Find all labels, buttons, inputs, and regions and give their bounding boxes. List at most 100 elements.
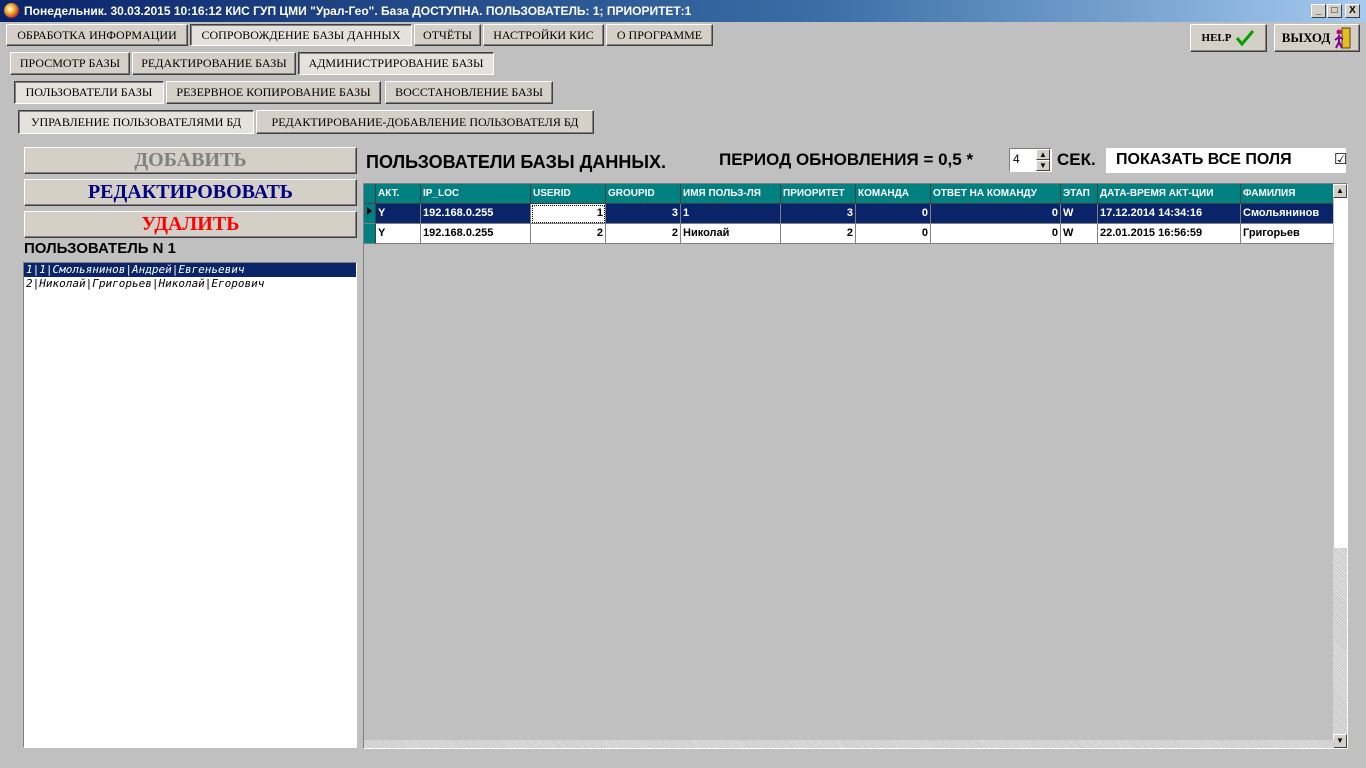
spin-down-button[interactable]: ▼ (1036, 160, 1050, 171)
scroll-track (1333, 548, 1347, 734)
grid-header-col-surname[interactable]: ФАМИЛИЯ (1241, 184, 1347, 204)
grid-cell-col-command[interactable]: 0 (856, 204, 931, 224)
delete-label: УДАЛИТЬ (141, 213, 240, 235)
grid-header-col-ip-loc[interactable]: IP_LOC (421, 184, 531, 204)
period-label: ПЕРИОД ОБНОВЛЕНИЯ = 0,5 * (719, 150, 974, 169)
period-unit: СЕК. (1057, 150, 1096, 169)
checkbox-mark-icon: ☑ (1334, 151, 1348, 168)
scroll-down-button[interactable]: ▼ (1333, 734, 1347, 748)
tab-label: О ПРОГРАММЕ (616, 27, 703, 42)
checkmark-icon (1236, 30, 1255, 47)
grid-cell-col-userid[interactable]: 1 (531, 204, 606, 224)
user-list-item[interactable]: 2|Николай|Григорьев|Николай|Егорович (24, 277, 356, 291)
tab-label: ПРОСМОТР БАЗЫ (19, 56, 121, 70)
grid-cell-col-command-reply[interactable]: 0 (931, 224, 1061, 244)
help-button[interactable]: HELP (1190, 24, 1267, 52)
user-listbox[interactable]: 1|1|Смольянинов|Андрей|Евгеньевич 2|Никол… (23, 262, 357, 748)
tab-label: ОБРАБОТКА ИНФОРМАЦИИ (17, 27, 177, 42)
tab-label: ВОССТАНОВЛЕНИЕ БАЗЫ (395, 85, 543, 99)
grid-cell-col-priority[interactable]: 3 (781, 204, 856, 224)
grid-cell-col-stage[interactable]: W (1061, 224, 1098, 244)
table-row[interactable]: Y 192.168.0.255 2 2 Николай 2 0 0 W 22.01.2015 16… (364, 224, 1347, 244)
grid-cell-col-surname[interactable]: Смольянинов (1241, 204, 1347, 224)
tab-data-processing[interactable]: ОБРАБОТКА ИНФОРМАЦИИ (6, 24, 188, 46)
tab-backup-db[interactable]: РЕЗЕРВНОЕ КОПИРОВАНИЕ БАЗЫ (166, 81, 381, 104)
grid-cell-col-active[interactable]: Y (376, 204, 421, 224)
period-value: 4 (1013, 152, 1020, 166)
vertical-scrollbar[interactable]: ▲ ▼ (1333, 184, 1347, 748)
grid-header-col-userid[interactable]: USERID (531, 184, 606, 204)
minimize-button[interactable]: _ (1311, 4, 1326, 18)
tab-label: НАСТРОЙКИ КИС (493, 27, 594, 42)
horizontal-scrollbar[interactable] (364, 740, 1334, 748)
grid-header-indicator (364, 184, 376, 204)
tab-admin-db[interactable]: АДМИНИСТРИРОВАНИЕ БАЗЫ (298, 52, 494, 75)
window-title-bar[interactable]: Понедельник. 30.03.2015 10:16:12 КИС ГУП… (0, 0, 1366, 22)
tab-label: СОПРОВОЖДЕНИЕ БАЗЫ ДАННЫХ (201, 27, 401, 42)
grid-cell-col-surname[interactable]: Григорьев (1241, 224, 1347, 244)
grid-cell-col-ip-loc[interactable]: 192.168.0.255 (421, 204, 531, 224)
exit-label: ВЫХОД (1281, 30, 1331, 45)
grid-header-col-stage[interactable]: ЭТАП (1061, 184, 1098, 204)
grid-header-col-command-reply[interactable]: ОТВЕТ НА КОМАНДУ (931, 184, 1061, 204)
tab-about[interactable]: О ПРОГРАММЕ (606, 24, 713, 46)
tab-label: РЕЗЕРВНОЕ КОПИРОВАНИЕ БАЗЫ (176, 85, 371, 99)
grid-header-col-username[interactable]: ИМЯ ПОЛЬЗ-ЛЯ (681, 184, 781, 204)
tab-manage-users[interactable]: УПРАВЛЕНИЕ ПОЛЬЗОВАТЕЛЯМИ БД (18, 110, 254, 134)
grid-cell-col-activation-datetime[interactable]: 22.01.2015 16:56:59 (1098, 224, 1241, 244)
tab-edit-db[interactable]: РЕДАКТИРОВАНИЕ БАЗЫ (132, 52, 296, 75)
tab-label: УПРАВЛЕНИЕ ПОЛЬЗОВАТЕЛЯМИ БД (30, 114, 242, 129)
tab-kis-settings[interactable]: НАСТРОЙКИ КИС (483, 24, 604, 46)
maximize-button[interactable]: □ (1327, 4, 1342, 18)
tab-restore-db[interactable]: ВОССТАНОВЛЕНИЕ БАЗЫ (385, 81, 553, 104)
grid-header-col-groupid[interactable]: GROUPID (606, 184, 681, 204)
edit-label: РЕДАКТИРОВОВАТЬ (87, 181, 294, 203)
help-label: HELP (1201, 32, 1232, 44)
table-row[interactable]: Y 192.168.0.255 1 3 1 3 0 0 W 17.12.2014 14:34:16… (364, 204, 1347, 224)
add-button[interactable]: ДОБАВИТЬ (24, 147, 357, 174)
grid-header-col-priority[interactable]: ПРИОРИТЕТ (781, 184, 856, 204)
tab-label: РЕДАКТИРОВАНИЕ-ДОБАВЛЕНИЕ ПОЛЬЗОВАТЕЛЯ Б… (271, 114, 579, 129)
scroll-track-clear (1333, 198, 1347, 548)
grid-header-col-active[interactable]: АКТ. (376, 184, 421, 204)
edit-button[interactable]: РЕДАКТИРОВОВАТЬ (24, 179, 357, 206)
spin-up-button[interactable]: ▲ (1036, 149, 1050, 160)
delete-button[interactable]: УДАЛИТЬ (24, 211, 357, 238)
tab-db-users[interactable]: ПОЛЬЗОВАТЕЛИ БАЗЫ (14, 81, 164, 104)
scroll-up-button[interactable]: ▲ (1333, 184, 1347, 198)
row-indicator[interactable] (364, 204, 376, 224)
current-user-label: ПОЛЬЗОВАТЕЛЬ N 1 (24, 240, 177, 257)
grid-cell-col-userid[interactable]: 2 (531, 224, 606, 244)
grid-cell-col-groupid[interactable]: 3 (606, 204, 681, 224)
grid-header-col-activation-datetime[interactable]: ДАТА-ВРЕМЯ АКТ-ЦИИ (1098, 184, 1241, 204)
grid-cell-col-command-reply[interactable]: 0 (931, 204, 1061, 224)
grid-cell-col-command[interactable]: 0 (856, 224, 931, 244)
grid-cell-col-stage[interactable]: W (1061, 204, 1098, 224)
tab-label: РЕДАКТИРОВАНИЕ БАЗЫ (141, 56, 287, 70)
tab-label: ПОЛЬЗОВАТЕЛИ БАЗЫ (25, 85, 153, 99)
grid-cell-col-username[interactable]: Николай (681, 224, 781, 244)
grid-cell-col-activation-datetime[interactable]: 17.12.2014 14:34:16 (1098, 204, 1241, 224)
tab-db-maintenance[interactable]: СОПРОВОЖДЕНИЕ БАЗЫ ДАННЫХ (190, 24, 412, 46)
show-all-fields-label: ПОКАЗАТЬ ВСЕ ПОЛЯ (1116, 151, 1292, 168)
close-button[interactable]: X (1345, 4, 1360, 18)
row-indicator[interactable] (364, 224, 376, 244)
grid-cell-col-ip-loc[interactable]: 192.168.0.255 (421, 224, 531, 244)
tab-reports[interactable]: ОТЧЁТЫ (414, 24, 481, 46)
user-list-item[interactable]: 1|1|Смольянинов|Андрей|Евгеньевич (24, 263, 356, 277)
add-label: ДОБАВИТЬ (134, 149, 247, 171)
grid-cell-col-priority[interactable]: 2 (781, 224, 856, 244)
grid-cell-col-active[interactable]: Y (376, 224, 421, 244)
show-all-fields-checkbox[interactable]: ПОКАЗАТЬ ВСЕ ПОЛЯ ☑ (1106, 148, 1348, 173)
period-spinner[interactable]: 4 ▲ ▼ (1009, 148, 1052, 172)
grid-cell-col-username[interactable]: 1 (681, 204, 781, 224)
exit-button[interactable]: ВЫХОД (1274, 24, 1360, 52)
grid-cell-col-groupid[interactable]: 2 (606, 224, 681, 244)
grid-header-col-command[interactable]: КОМАНДА (856, 184, 931, 204)
tab-view-db[interactable]: ПРОСМОТР БАЗЫ (10, 52, 130, 75)
tab-label: ОТЧЁТЫ (423, 27, 472, 42)
users-data-grid[interactable]: АКТ. IP_LOC USERID GROUPID ИМЯ ПОЛЬЗ-ЛЯ ПРИОР… (363, 183, 1348, 749)
tab-edit-add-user[interactable]: РЕДАКТИРОВАНИЕ-ДОБАВЛЕНИЕ ПОЛЬЗОВАТЕЛЯ Б… (256, 110, 594, 134)
section-title: ПОЛЬЗОВАТЕЛИ БАЗЫ ДАННЫХ. (366, 152, 667, 172)
exit-door-icon (1334, 27, 1351, 49)
